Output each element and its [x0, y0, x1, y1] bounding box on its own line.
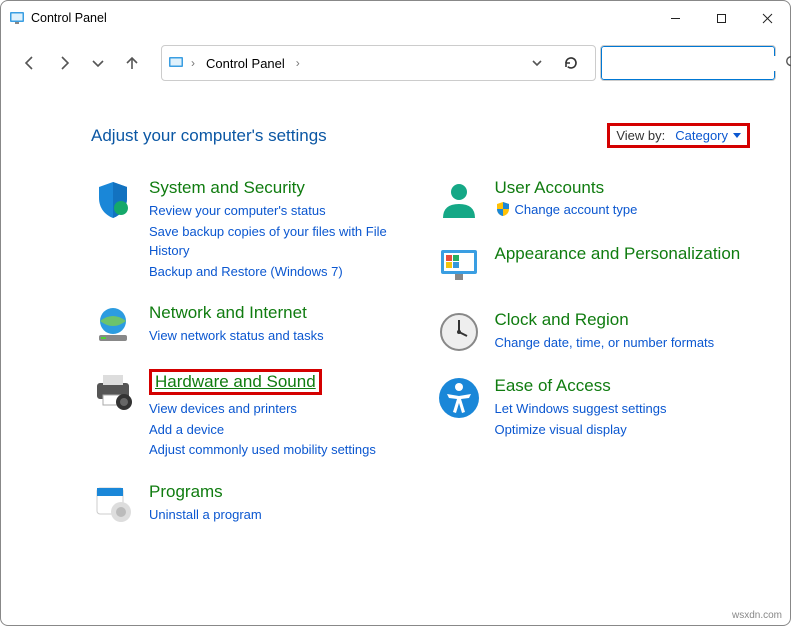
- uac-shield-icon: [495, 201, 511, 217]
- window-controls: [652, 1, 790, 35]
- view-by-label: View by:: [616, 128, 665, 143]
- toolbar: › Control Panel ›: [1, 35, 790, 95]
- category-title[interactable]: Programs: [149, 482, 262, 502]
- category-link[interactable]: Optimize visual display: [495, 420, 667, 440]
- titlebar: Control Panel: [1, 1, 790, 35]
- content-header: Adjust your computer's settings View by:…: [91, 123, 750, 148]
- category-programs: Programs Uninstall a program: [91, 482, 405, 526]
- category-link[interactable]: View network status and tasks: [149, 326, 324, 346]
- category-title[interactable]: System and Security: [149, 178, 405, 198]
- category-link[interactable]: Let Windows suggest settings: [495, 399, 667, 419]
- clock-icon: [437, 310, 481, 354]
- category-system-security: System and Security Review your computer…: [91, 178, 405, 281]
- chevron-down-icon: [733, 132, 741, 140]
- close-button[interactable]: [744, 1, 790, 35]
- address-dropdown[interactable]: [525, 48, 549, 78]
- category-title[interactable]: Appearance and Personalization: [495, 244, 741, 264]
- category-link[interactable]: Change account type: [495, 201, 638, 217]
- category-link[interactable]: View devices and printers: [149, 399, 376, 419]
- category-link[interactable]: Uninstall a program: [149, 505, 262, 525]
- category-ease-access: Ease of Access Let Windows suggest setti…: [437, 376, 751, 439]
- category-link[interactable]: Add a device: [149, 420, 376, 440]
- category-link[interactable]: Backup and Restore (Windows 7): [149, 262, 405, 282]
- view-by-value[interactable]: Category: [675, 128, 741, 143]
- category-link[interactable]: Change date, time, or number formats: [495, 333, 715, 353]
- content-area: Adjust your computer's settings View by:…: [1, 95, 790, 536]
- category-title[interactable]: User Accounts: [495, 178, 638, 198]
- right-column: User Accounts Change account type Appear…: [437, 178, 751, 526]
- breadcrumb-item[interactable]: Control Panel: [202, 56, 289, 71]
- category-appearance: Appearance and Personalization: [437, 244, 751, 288]
- category-grid: System and Security Review your computer…: [91, 178, 750, 526]
- category-link[interactable]: Adjust commonly used mobility settings: [149, 440, 376, 460]
- user-icon: [437, 178, 481, 222]
- view-by-control[interactable]: View by: Category: [607, 123, 750, 148]
- search-box[interactable]: [600, 45, 776, 81]
- page-title: Adjust your computer's settings: [91, 126, 327, 146]
- address-bar[interactable]: › Control Panel ›: [161, 45, 596, 81]
- chevron-right-icon: ›: [293, 56, 303, 70]
- shield-icon: [91, 178, 135, 222]
- category-link[interactable]: Review your computer's status: [149, 201, 405, 221]
- globe-icon: [91, 303, 135, 347]
- category-network-internet: Network and Internet View network status…: [91, 303, 405, 347]
- category-link[interactable]: Save backup copies of your files with Fi…: [149, 222, 405, 261]
- control-panel-icon: [168, 55, 184, 71]
- search-icon: [785, 55, 791, 72]
- category-title[interactable]: Clock and Region: [495, 310, 715, 330]
- left-column: System and Security Review your computer…: [91, 178, 405, 526]
- category-title[interactable]: Network and Internet: [149, 303, 324, 323]
- monitor-icon: [437, 244, 481, 288]
- category-clock-region: Clock and Region Change date, time, or n…: [437, 310, 751, 354]
- refresh-button[interactable]: [553, 45, 589, 81]
- category-title[interactable]: Ease of Access: [495, 376, 667, 396]
- category-title[interactable]: Hardware and Sound: [149, 369, 322, 395]
- maximize-button[interactable]: [698, 1, 744, 35]
- watermark: wsxdn.com: [732, 610, 782, 621]
- minimize-button[interactable]: [652, 1, 698, 35]
- back-button[interactable]: [15, 48, 45, 78]
- control-panel-icon: [9, 10, 25, 26]
- printer-icon: [91, 369, 135, 413]
- programs-icon: [91, 482, 135, 526]
- forward-button[interactable]: [49, 48, 79, 78]
- window-title: Control Panel: [31, 11, 107, 25]
- up-button[interactable]: [117, 48, 147, 78]
- category-user-accounts: User Accounts Change account type: [437, 178, 751, 222]
- recent-button[interactable]: [83, 48, 113, 78]
- chevron-right-icon: ›: [188, 56, 198, 70]
- category-hardware-sound: Hardware and Sound View devices and prin…: [91, 369, 405, 460]
- search-input[interactable]: [609, 56, 785, 71]
- accessibility-icon: [437, 376, 481, 420]
